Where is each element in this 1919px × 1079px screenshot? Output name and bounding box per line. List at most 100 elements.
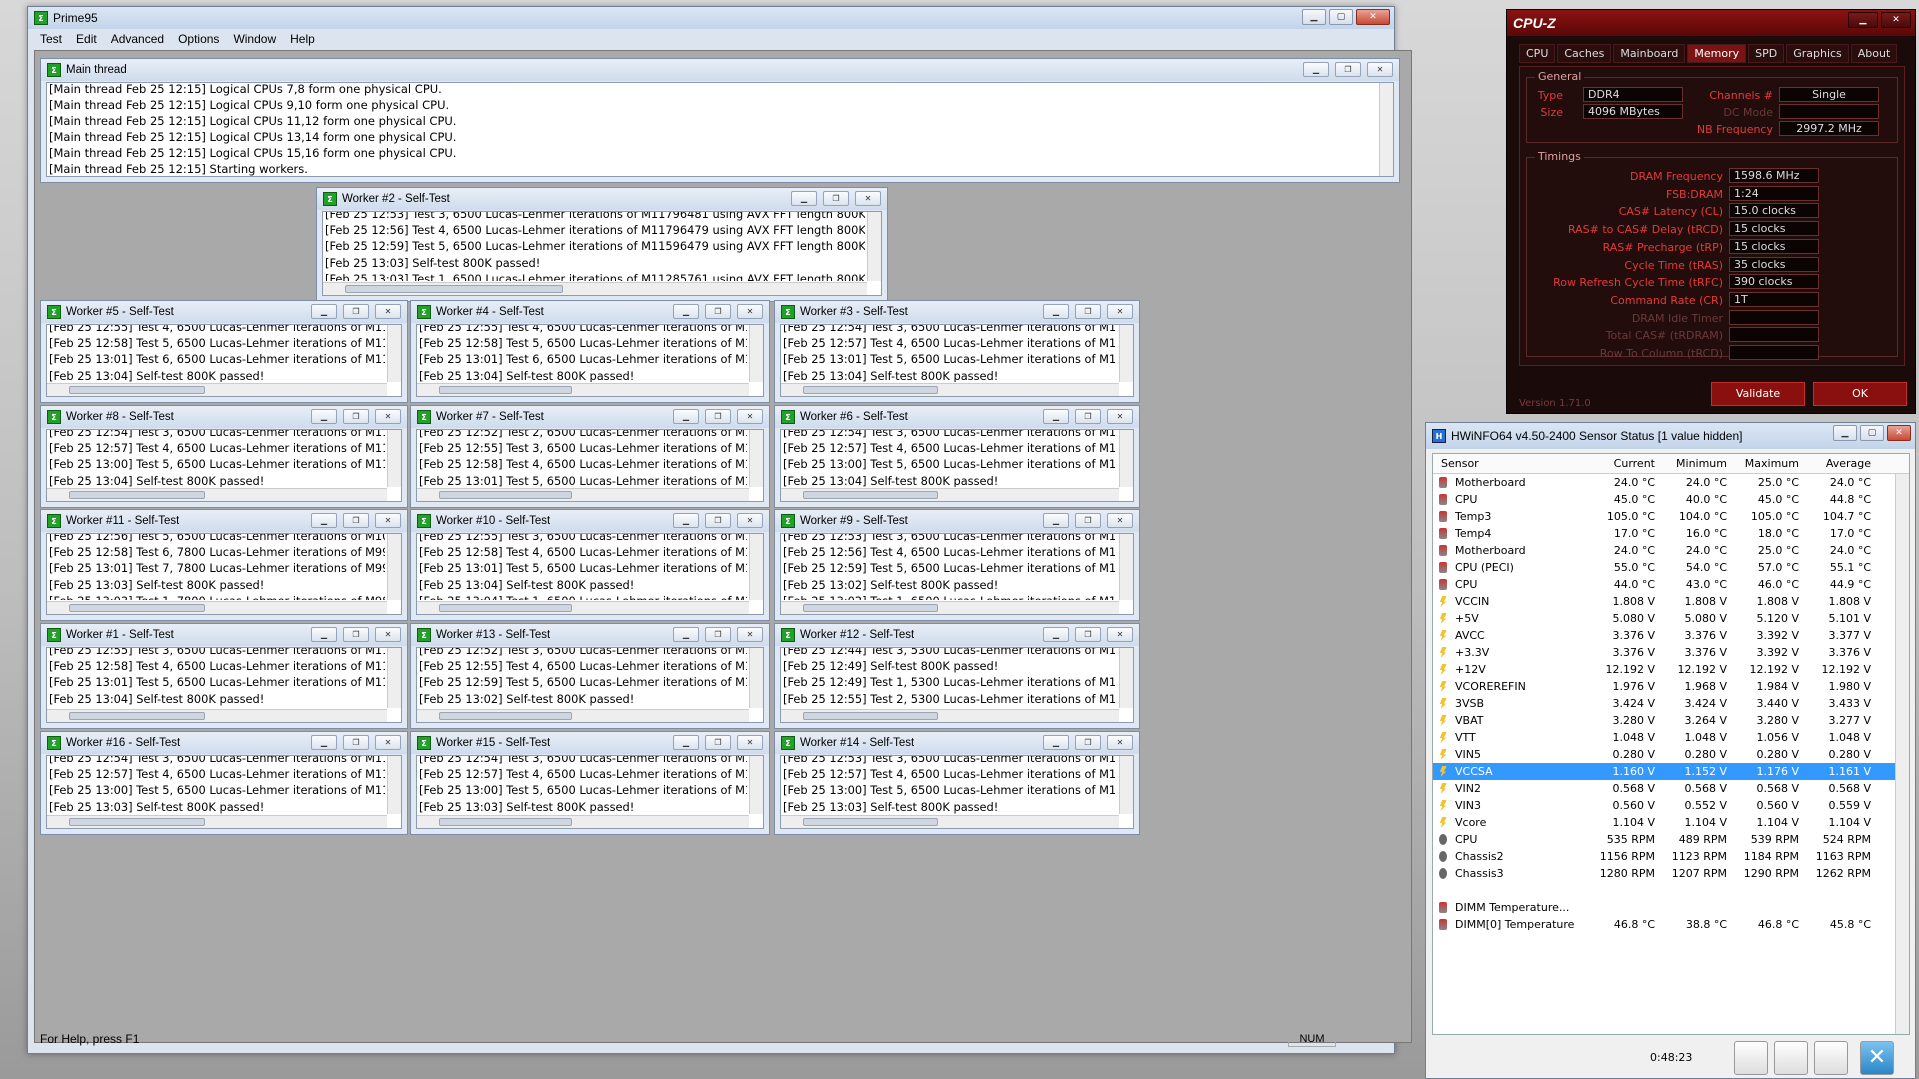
menu-help[interactable]: Help — [290, 32, 315, 46]
tab-memory[interactable]: Memory — [1687, 44, 1747, 63]
scrollbar-thumb[interactable] — [69, 818, 205, 826]
scrollbar-thumb[interactable] — [803, 712, 939, 720]
minimize-button[interactable]: ▁ — [1043, 304, 1069, 319]
validate-button[interactable]: Validate — [1711, 382, 1805, 406]
vertical-scrollbar[interactable] — [749, 756, 763, 814]
sensor-row[interactable]: VTT 1.048 V 1.048 V 1.056 V 1.048 V — [1433, 729, 1909, 746]
sensor-row[interactable]: VCOREREFIN 1.976 V 1.968 V 1.984 V 1.980… — [1433, 678, 1909, 695]
horizontal-scrollbar[interactable] — [47, 709, 387, 722]
close-button[interactable]: ✕ — [1107, 735, 1133, 750]
horizontal-scrollbar[interactable] — [781, 601, 1119, 614]
sensor-row[interactable]: DIMM[0] Temperature 46.8 °C 38.8 °C 46.8… — [1433, 916, 1909, 933]
close-button[interactable]: ✕ — [855, 191, 881, 206]
minimize-button[interactable]: ▁ — [1043, 627, 1069, 642]
vertical-scrollbar[interactable] — [387, 648, 401, 708]
horizontal-scrollbar[interactable] — [417, 383, 749, 396]
vertical-scrollbar[interactable] — [1119, 430, 1133, 487]
close-button[interactable]: ✕ — [1107, 304, 1133, 319]
close-button[interactable]: ✕ — [375, 513, 401, 528]
close-button[interactable]: ✕ — [1107, 627, 1133, 642]
horizontal-scrollbar[interactable] — [47, 601, 387, 614]
clock-icon[interactable] — [1734, 1041, 1768, 1075]
scrollbar-thumb[interactable] — [439, 491, 572, 499]
minimize-button[interactable]: ▁ — [673, 409, 699, 424]
close-button[interactable]: ✕ — [375, 735, 401, 750]
column-header[interactable]: Current — [1589, 454, 1661, 473]
menu-advanced[interactable]: Advanced — [111, 32, 164, 46]
vertical-scrollbar[interactable] — [1119, 534, 1133, 600]
menu-edit[interactable]: Edit — [76, 32, 97, 46]
restore-button[interactable]: ❐ — [823, 191, 849, 206]
close-button[interactable]: ✕ — [737, 735, 763, 750]
close-button[interactable]: ✕ — [1107, 409, 1133, 424]
menu-test[interactable]: Test — [40, 32, 62, 46]
close-button[interactable]: ✕ — [737, 304, 763, 319]
scrollbar-thumb[interactable] — [69, 604, 205, 612]
column-header[interactable]: Average — [1805, 454, 1877, 473]
scrollbar-thumb[interactable] — [439, 818, 572, 826]
tab-mainboard[interactable]: Mainboard — [1613, 44, 1686, 63]
vertical-scrollbar[interactable] — [749, 325, 763, 382]
menu-options[interactable]: Options — [178, 32, 219, 46]
scrollbar-thumb[interactable] — [439, 386, 572, 394]
vertical-scrollbar[interactable] — [1119, 756, 1133, 814]
restore-button[interactable]: ❐ — [705, 409, 731, 424]
maximize-button[interactable]: ▢ — [1860, 425, 1884, 441]
horizontal-scrollbar[interactable] — [47, 488, 387, 501]
sensor-row[interactable]: CPU 45.0 °C 40.0 °C 45.0 °C 44.8 °C — [1433, 491, 1909, 508]
prime95-titlebar[interactable]: Σ Prime95 ▁ ▢ ✕ — [28, 7, 1394, 29]
minimize-button[interactable]: ▁ — [1848, 12, 1878, 28]
sensor-row[interactable]: Motherboard 24.0 °C 24.0 °C 25.0 °C 24.0… — [1433, 542, 1909, 559]
vertical-scrollbar[interactable] — [1379, 83, 1393, 176]
vertical-scrollbar[interactable] — [387, 756, 401, 814]
ok-button[interactable]: OK — [1813, 382, 1907, 406]
minimize-button[interactable]: ▁ — [311, 304, 337, 319]
restore-button[interactable]: ❐ — [1335, 62, 1361, 77]
vertical-scrollbar[interactable] — [387, 534, 401, 600]
horizontal-scrollbar[interactable] — [417, 815, 749, 828]
sensor-row[interactable]: Temp3 105.0 °C 104.0 °C 105.0 °C 104.7 °… — [1433, 508, 1909, 525]
minimize-button[interactable]: ▁ — [673, 627, 699, 642]
horizontal-scrollbar[interactable] — [47, 815, 387, 828]
scrollbar-thumb[interactable] — [439, 604, 572, 612]
horizontal-scrollbar[interactable] — [417, 488, 749, 501]
horizontal-scrollbar[interactable] — [781, 488, 1119, 501]
minimize-button[interactable]: ▁ — [673, 735, 699, 750]
sensor-row[interactable]: CPU 44.0 °C 43.0 °C 46.0 °C 44.9 °C — [1433, 576, 1909, 593]
gear-icon[interactable] — [1814, 1041, 1848, 1075]
hwinfo-titlebar[interactable]: H HWiNFO64 v4.50-2400 Sensor Status [1 v… — [1426, 423, 1915, 449]
column-header[interactable]: Maximum — [1733, 454, 1805, 473]
minimize-button[interactable]: ▁ — [1833, 425, 1857, 441]
sensor-row[interactable]: Chassis3 1280 RPM 1207 RPM 1290 RPM 1262… — [1433, 865, 1909, 882]
horizontal-scrollbar[interactable] — [781, 383, 1119, 396]
vertical-scrollbar[interactable] — [1119, 325, 1133, 382]
minimize-button[interactable]: ▁ — [673, 513, 699, 528]
close-button[interactable]: ✕ — [1887, 425, 1911, 441]
restore-button[interactable]: ❐ — [1075, 409, 1101, 424]
sensor-row[interactable]: Chassis2 1156 RPM 1123 RPM 1184 RPM 1163… — [1433, 848, 1909, 865]
sensor-row[interactable]: VIN3 0.560 V 0.552 V 0.560 V 0.559 V — [1433, 797, 1909, 814]
close-icon[interactable]: ✕ — [1860, 1041, 1894, 1075]
vertical-scrollbar[interactable] — [749, 534, 763, 600]
minimize-button[interactable]: ▁ — [311, 735, 337, 750]
vertical-scrollbar[interactable] — [1119, 648, 1133, 708]
report-icon[interactable] — [1774, 1041, 1808, 1075]
close-button[interactable]: ✕ — [1881, 12, 1911, 28]
close-button[interactable]: ✕ — [1107, 513, 1133, 528]
minimize-button[interactable]: ▁ — [1043, 409, 1069, 424]
vertical-scrollbar[interactable] — [1895, 474, 1909, 1034]
scrollbar-thumb[interactable] — [803, 386, 939, 394]
minimize-button[interactable]: ▁ — [1043, 735, 1069, 750]
close-button[interactable]: ✕ — [1367, 62, 1393, 77]
vertical-scrollbar[interactable] — [387, 430, 401, 487]
horizontal-scrollbar[interactable] — [323, 282, 867, 295]
vertical-scrollbar[interactable] — [749, 430, 763, 487]
restore-button[interactable]: ❐ — [343, 513, 369, 528]
sensor-row[interactable]: VCCSA 1.160 V 1.152 V 1.176 V 1.161 V — [1433, 763, 1909, 780]
scrollbar-thumb[interactable] — [803, 818, 939, 826]
restore-button[interactable]: ❐ — [1075, 304, 1101, 319]
horizontal-scrollbar[interactable] — [417, 601, 749, 614]
scrollbar-thumb[interactable] — [803, 604, 939, 612]
minimize-button[interactable]: ▁ — [1303, 62, 1329, 77]
minimize-button[interactable]: ▁ — [1302, 9, 1326, 25]
